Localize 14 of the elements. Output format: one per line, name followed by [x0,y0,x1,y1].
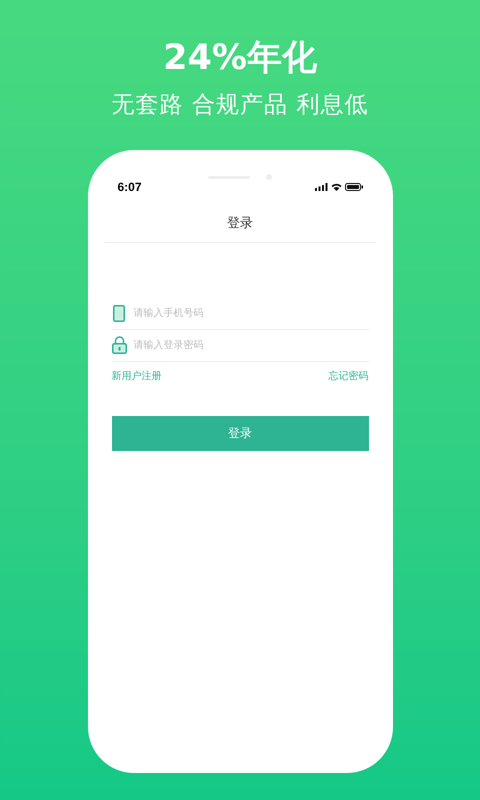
screen-title: 登录 [104,213,376,242]
status-time: 6:07 [118,179,142,196]
password-field[interactable]: 请输入登录密码 [134,338,368,352]
login-button[interactable]: 登录 [112,416,368,450]
text-link[interactable]: 新用户注册 [112,368,162,384]
tagline: 无套路 合规产品 利息低 [112,91,368,120]
text-link[interactable]: 忘记密码 [328,368,368,384]
wifi-icon [330,183,342,191]
lock-icon [112,336,126,354]
headline: 24%年化 [163,37,317,80]
battery-icon [344,183,362,191]
phone-icon [113,304,125,322]
signal-icon [314,183,328,191]
phone-field[interactable]: 请输入手机号码 [134,306,368,320]
